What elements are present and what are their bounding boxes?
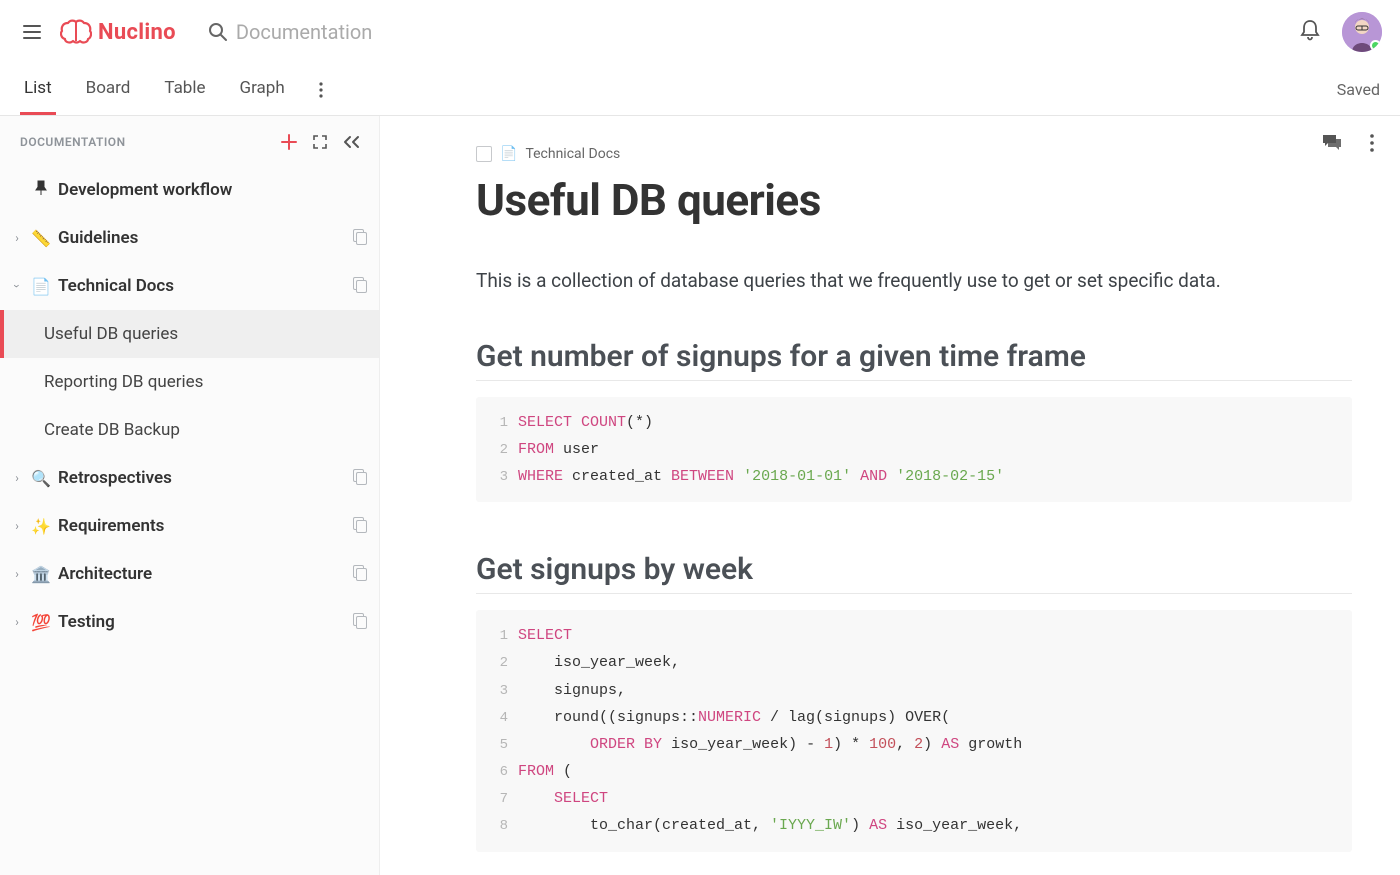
brand-logo[interactable]: Nuclino [60,19,176,45]
expand-icon[interactable] [313,135,327,149]
copy-icon[interactable] [353,469,367,487]
tab-table[interactable]: Table [160,64,209,115]
sidebar-item-reporting-db-queries[interactable]: Reporting DB queries [0,358,379,406]
section-heading: Get number of signups for a given time f… [476,339,1352,381]
chevron-down-icon: › [10,279,24,293]
comments-icon[interactable] [1322,134,1342,152]
checkbox-icon[interactable] [476,146,492,162]
search-icon [208,22,228,42]
breadcrumb-label: Technical Docs [525,146,620,162]
brand-name: Nuclino [98,20,176,45]
save-status: Saved [1337,64,1380,115]
tab-more-icon[interactable] [315,64,327,115]
chevron-right-icon: › [10,231,24,245]
copy-icon[interactable] [353,517,367,535]
avatar[interactable] [1342,12,1382,52]
chevron-right-icon: › [10,567,24,581]
search-placeholder: Documentation [236,20,373,44]
brain-icon [60,19,92,45]
sidebar-tree: Development workflow › 📏 Guidelines › 📄 … [0,160,379,666]
copy-icon[interactable] [353,565,367,583]
code-block[interactable]: 1SELECT COUNT(*) 2FROM user 3WHERE creat… [476,397,1352,503]
add-item-icon[interactable] [281,134,297,150]
app-header: Nuclino Documentation [0,0,1400,64]
tab-board[interactable]: Board [82,64,135,115]
tab-list[interactable]: List [20,64,56,115]
sidebar-title: DOCUMENTATION [20,135,126,149]
sidebar-item-guidelines[interactable]: › 📏 Guidelines [0,214,379,262]
sidebar-item-create-db-backup[interactable]: Create DB Backup [0,406,379,454]
page-title: Useful DB queries [476,174,1352,226]
document-content: 📄 Technical Docs Useful DB queries This … [380,116,1400,875]
sidebar-item-architecture[interactable]: › 🏛️ Architecture [0,550,379,598]
intro-paragraph: This is a collection of database queries… [476,268,1352,295]
pin-icon [30,180,52,200]
menu-icon[interactable] [18,18,46,46]
sidebar-item-technical-docs[interactable]: › 📄 Technical Docs [0,262,379,310]
sidebar-item-requirements[interactable]: › ✨ Requirements [0,502,379,550]
sidebar: DOCUMENTATION Development workflow [0,116,380,875]
presence-indicator [1370,40,1381,51]
collapse-sidebar-icon[interactable] [343,135,361,149]
copy-icon[interactable] [353,277,367,295]
notifications-icon[interactable] [1300,19,1320,45]
chevron-right-icon: › [10,471,24,485]
copy-icon[interactable] [353,229,367,247]
copy-icon[interactable] [353,613,367,631]
page-icon: 📄 [500,146,517,162]
sidebar-item-useful-db-queries[interactable]: Useful DB queries [0,310,379,358]
sidebar-item-retrospectives[interactable]: › 🔍 Retrospectives [0,454,379,502]
sidebar-item-pinned[interactable]: Development workflow [0,166,379,214]
search-input[interactable]: Documentation [208,20,1286,44]
chevron-right-icon: › [10,519,24,533]
doc-more-icon[interactable] [1370,134,1374,152]
chevron-right-icon: › [10,615,24,629]
view-tabs-row: List Board Table Graph Saved [0,64,1400,116]
sidebar-item-testing[interactable]: › 💯 Testing [0,598,379,646]
breadcrumb[interactable]: 📄 Technical Docs [476,146,1352,162]
tab-graph[interactable]: Graph [236,64,289,115]
section-heading: Get signups by week [476,552,1352,594]
code-block[interactable]: 1SELECT 2 iso_year_week, 3 signups, 4 ro… [476,610,1352,852]
